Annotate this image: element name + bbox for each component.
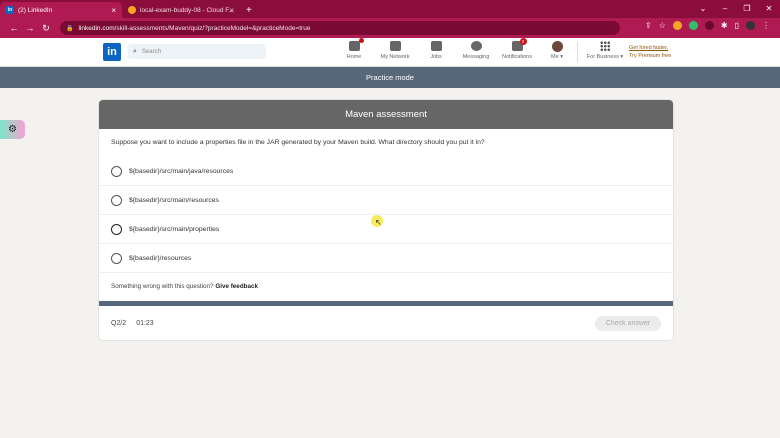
assessment-title: Maven assessment (99, 100, 673, 129)
answer-option[interactable]: ${basedir}/src/main/properties (99, 215, 673, 244)
lock-icon: 🔒 (66, 25, 74, 32)
option-label: ${basedir}/src/main/properties (129, 225, 220, 233)
nav-me[interactable]: Me ▾ (539, 41, 575, 60)
notification-badge: 2 (519, 38, 527, 45)
sidebar-icon[interactable]: ▯ (735, 21, 739, 30)
search-placeholder: Search (141, 48, 161, 55)
forward-icon[interactable]: → (22, 23, 38, 33)
linkedin-icon: in (6, 6, 14, 14)
practice-mode-bar: Practice mode (0, 67, 780, 88)
bell-icon: 2 (511, 38, 527, 51)
new-tab-button[interactable]: + (246, 5, 252, 16)
extension-icon[interactable] (688, 21, 698, 30)
jobs-icon (430, 41, 442, 51)
avatar (551, 41, 563, 52)
option-label: ${basedir}/resources (129, 254, 192, 262)
feedback-prompt: Something wrong with this question? (111, 283, 214, 290)
nav-label: For Business (586, 54, 619, 60)
close-icon[interactable]: × (111, 6, 116, 15)
option-label: ${basedir}/src/main/resources (129, 196, 219, 204)
nav-notifications[interactable]: 2 Notifications (499, 38, 535, 60)
nav-label: Jobs (430, 54, 442, 60)
search-input[interactable]: ⌕ Search (128, 44, 266, 59)
radio-button[interactable] (111, 223, 122, 235)
extension-icon[interactable] (704, 21, 714, 30)
star-icon[interactable]: ☆ (659, 21, 666, 30)
question-counter: Q2/2 (111, 319, 127, 327)
nav-home[interactable]: Home (336, 38, 372, 60)
url-host: linkedin.com (78, 24, 115, 32)
give-feedback-link[interactable]: Give feedback (215, 283, 258, 290)
answer-option[interactable]: ${basedir}/src/main/java/resources (99, 157, 673, 186)
brain-icon: ⚙ (8, 124, 17, 135)
maximize-icon[interactable]: ❐ (736, 4, 758, 13)
profile-avatar[interactable] (746, 21, 755, 30)
brain-extension-widget[interactable]: ⚙ (0, 120, 25, 139)
answer-option[interactable]: ${basedir}/resources (99, 244, 673, 273)
nav-messaging[interactable]: Messaging (458, 41, 494, 60)
nav-my-network[interactable]: My Network (377, 41, 413, 60)
menu-icon[interactable]: ⋮ (762, 21, 770, 30)
nav-label: Notifications (502, 54, 532, 60)
answer-option[interactable]: ${basedir}/src/main/resources (99, 186, 673, 215)
back-icon[interactable]: ← (6, 23, 22, 33)
option-label: ${basedir}/src/main/java/resources (129, 167, 234, 175)
share-icon[interactable]: ⇪ (645, 21, 652, 30)
network-icon (389, 41, 401, 51)
nav-jobs[interactable]: Jobs (418, 41, 454, 60)
divider (577, 41, 578, 63)
premium-link[interactable]: Get hired faster. Try Premium free (629, 44, 671, 60)
premium-line1: Get hired faster. (629, 45, 669, 51)
browser-tab-bar: in (2) LinkedIn × local-exam-buddy-08 - … (0, 0, 780, 18)
radio-button[interactable] (111, 194, 122, 206)
radio-button[interactable] (111, 252, 122, 264)
chevron-down-icon: ▾ (618, 54, 624, 60)
close-window-icon[interactable]: ✕ (758, 4, 780, 13)
tab-linkedin[interactable]: in (2) LinkedIn × (0, 2, 122, 18)
puzzle-icon[interactable]: ✱ (721, 21, 728, 30)
radio-button[interactable] (111, 165, 122, 177)
close-icon[interactable]: × (229, 6, 234, 15)
tab-title: local-exam-buddy-08 - Cloud F... (140, 6, 234, 14)
premium-line2: Try Premium free (629, 53, 672, 59)
assessment-card: Maven assessment Suppose you want to inc… (99, 100, 673, 340)
nav-label: Me (551, 54, 559, 60)
search-icon: ⌕ (133, 47, 137, 55)
chevron-down-icon: ▾ (558, 54, 563, 60)
assessment-footer: Q2/2 01:23 Check answer (99, 306, 673, 340)
timer: 01:23 (136, 319, 154, 327)
linkedin-logo[interactable]: in (103, 43, 121, 61)
check-answer-button[interactable]: Check answer (595, 316, 661, 331)
answer-options: ${basedir}/src/main/java/resources ${bas… (99, 157, 673, 273)
nav-label: Messaging (462, 54, 490, 60)
messaging-icon (470, 41, 482, 51)
url-path: /skill-assessments/Maven/quiz/?practiceM… (114, 24, 311, 32)
minimize-icon[interactable]: – (714, 4, 736, 13)
browser-toolbar: ← → ↻ 🔒 linkedin.com /skill-assessments/… (0, 18, 780, 38)
nav-for-business[interactable]: For Business ▾ (584, 41, 626, 60)
extensions-area: ⇪ ☆ ✱ ▯ ⋮ (645, 21, 770, 30)
home-icon (348, 38, 364, 51)
linkedin-header: in ⌕ Search Home My Network Jobs Messagi… (0, 38, 780, 67)
tab-title: (2) LinkedIn (18, 6, 53, 14)
nav-label: Home (346, 54, 362, 60)
window-controls: ⌄ – ❐ ✕ (692, 0, 780, 16)
grid-icon (600, 41, 610, 51)
cloud-icon (128, 6, 136, 14)
practice-mode-label: Practice mode (366, 73, 414, 82)
extension-icon[interactable] (672, 21, 682, 30)
address-bar[interactable]: 🔒 linkedin.com /skill-assessments/Maven/… (60, 21, 620, 35)
mouse-pointer-icon: ↖ (375, 218, 382, 227)
reload-icon[interactable]: ↻ (38, 23, 54, 34)
nav-label: My Network (380, 54, 410, 60)
tab-list-icon[interactable]: ⌄ (692, 4, 714, 13)
feedback-row: Something wrong with this question? Give… (111, 283, 258, 290)
tab-cloud[interactable]: local-exam-buddy-08 - Cloud F... × (122, 2, 240, 18)
